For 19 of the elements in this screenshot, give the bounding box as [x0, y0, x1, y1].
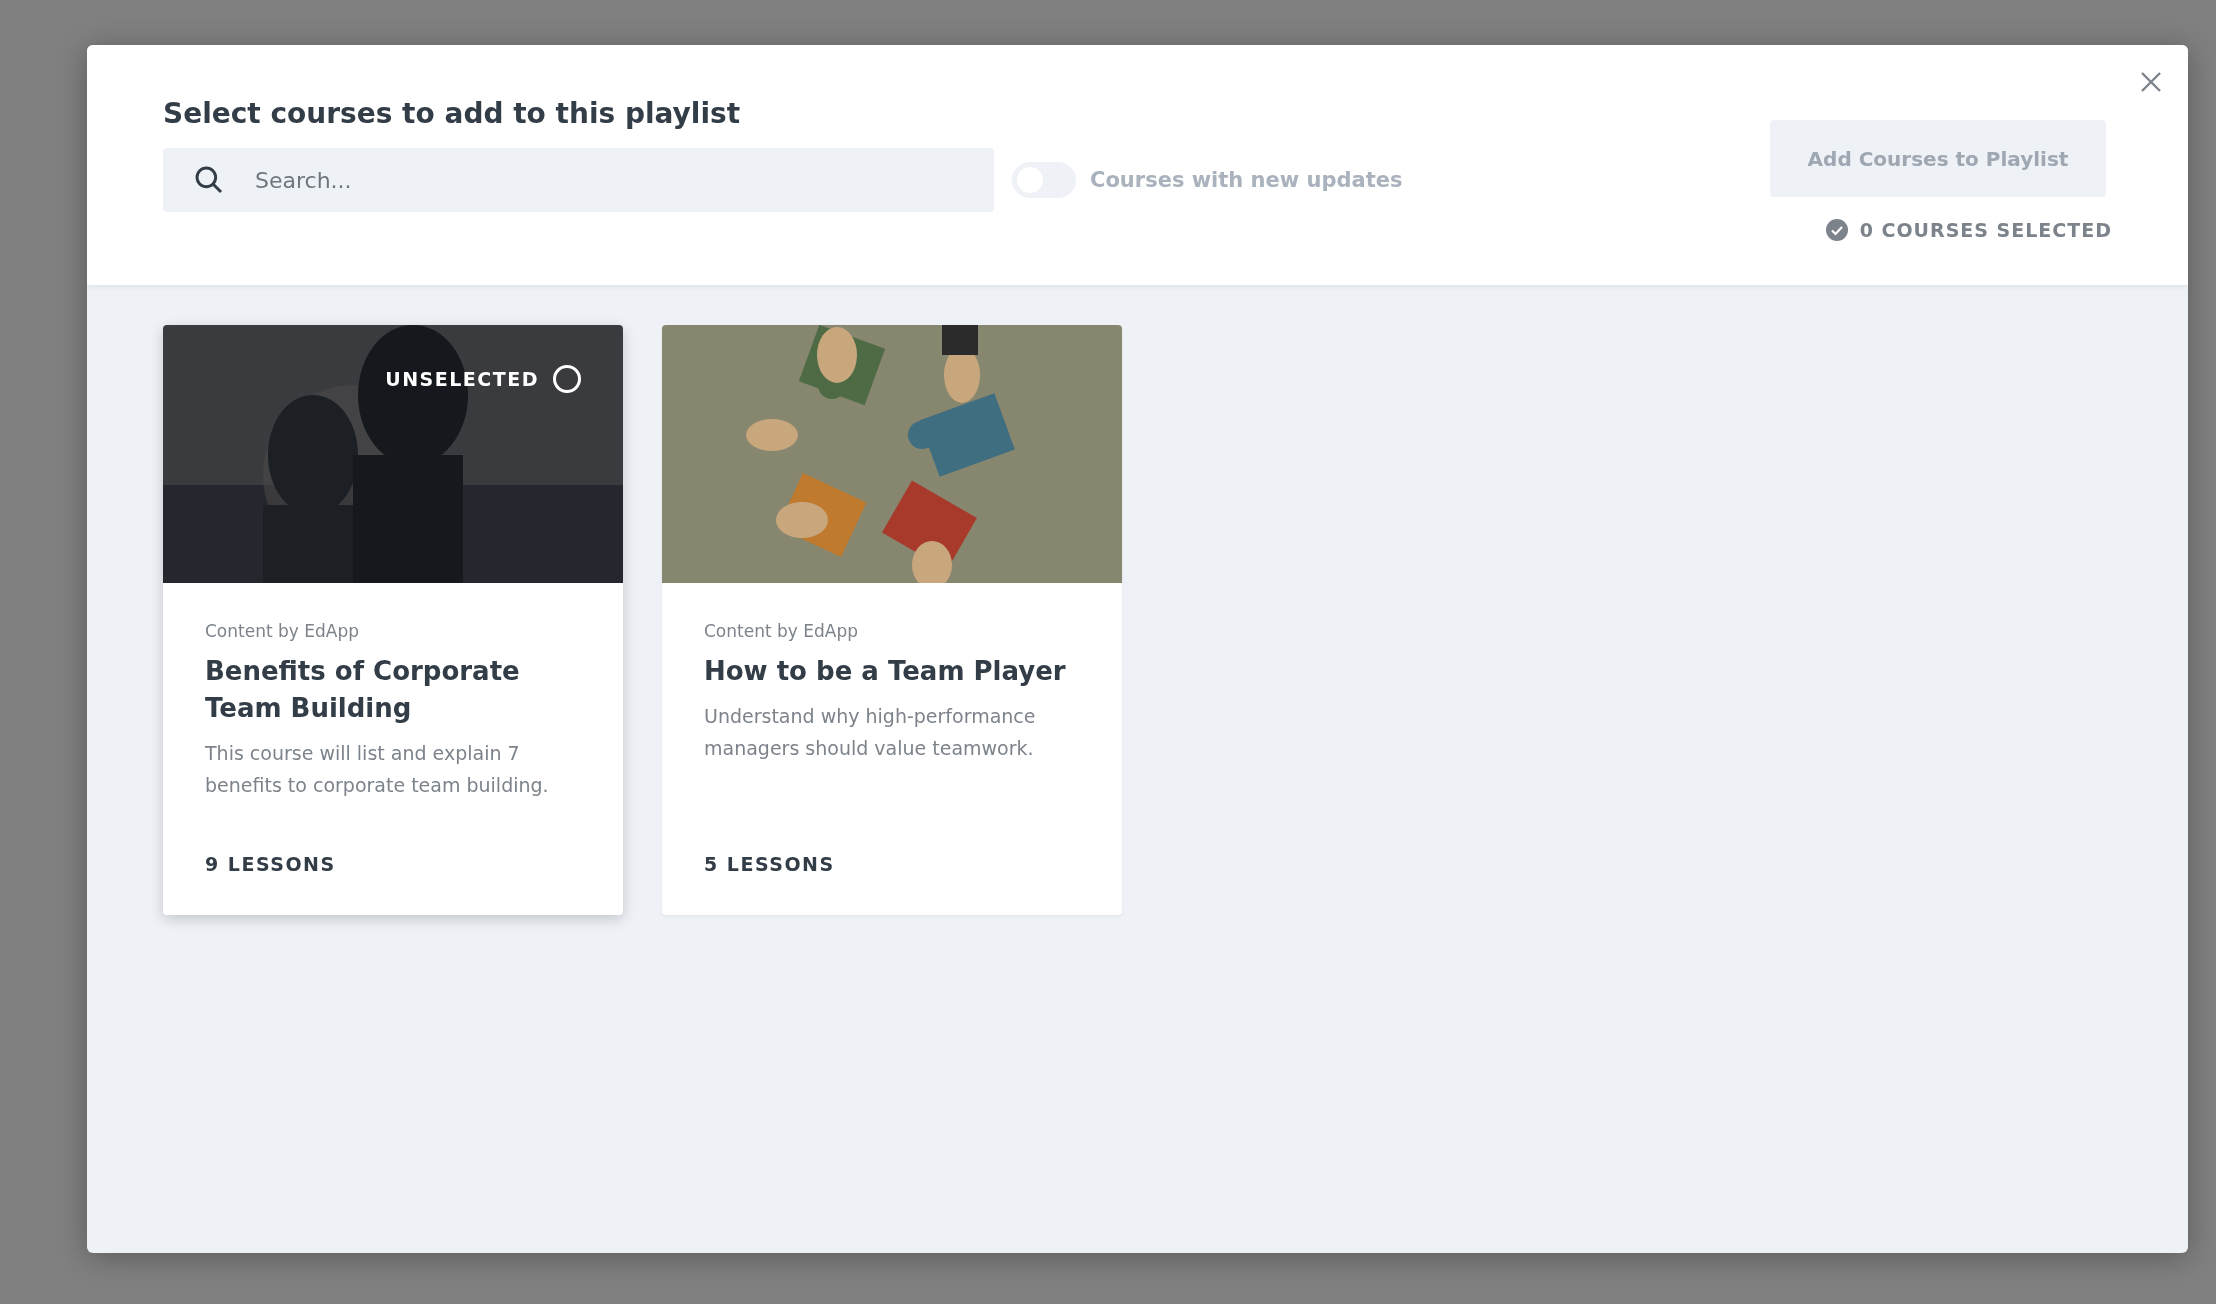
selected-count: 0 COURSES SELECTED — [1859, 219, 2112, 241]
course-source: Content by EdApp — [704, 621, 859, 641]
check-circle-icon — [1825, 219, 1848, 241]
lesson-count: 9 LESSONS — [205, 853, 337, 875]
dialog-title: Select courses to add to this playlist — [163, 97, 742, 130]
lesson-count: 5 LESSONS — [704, 853, 836, 875]
course-title: Benefits of Corporate Team Building — [205, 655, 521, 725]
course-source: Content by EdApp — [205, 621, 360, 641]
close-icon — [2140, 71, 2162, 93]
course-description: Understand why high-performance managers should value teamwork. — [704, 704, 1037, 761]
course-description: This course will list and explain 7 benefits to corporate team building. — [205, 741, 550, 798]
toggle-label: Courses with new updates — [1090, 168, 1403, 192]
selection-label: UNSELECTED — [385, 368, 539, 390]
course-card[interactable]: UNSELECTED Content by EdApp Benefits of Corporate Team Building This course will list and explain 7 benefits to corporate team building. 9 LESSONS — [163, 325, 623, 915]
search-field[interactable]: Search... — [163, 148, 994, 212]
course-card[interactable]: Content by EdApp How to be a Team Player Understand why high-performance managers should value teamwork. 5 LESSONS — [662, 325, 1122, 915]
search-icon — [193, 164, 225, 196]
selection-radio[interactable] — [553, 365, 581, 393]
course-title: How to be a Team Player — [704, 655, 1067, 688]
